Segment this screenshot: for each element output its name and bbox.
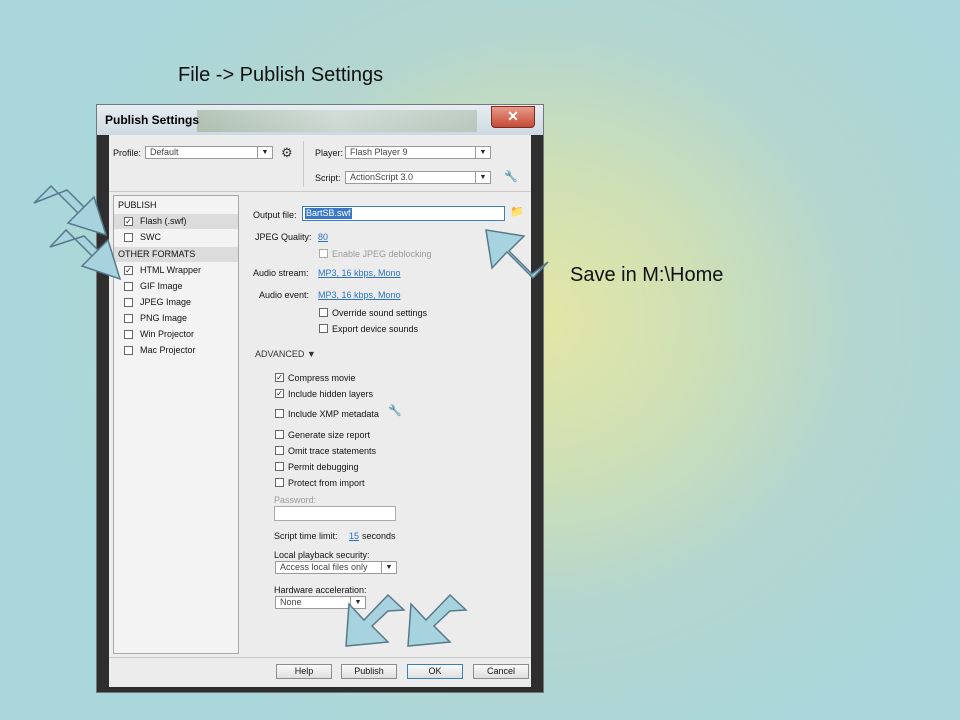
arrow-to-publish [345, 593, 406, 647]
arrow-to-ok [407, 593, 468, 647]
arrow-to-output-file [485, 229, 549, 280]
arrow-to-html-wrapper [49, 228, 122, 281]
callout-arrows [33, 184, 549, 647]
arrow-to-flash [33, 184, 108, 237]
